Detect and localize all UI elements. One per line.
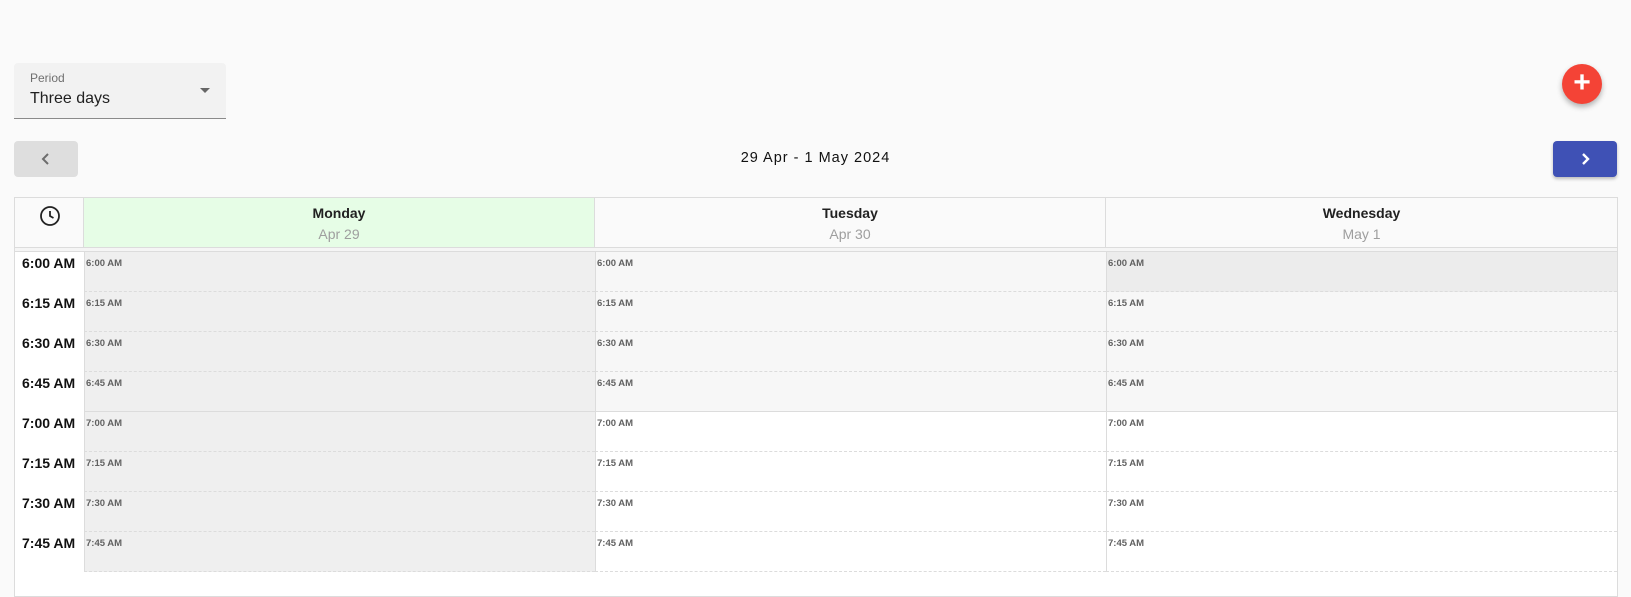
chevron-right-icon — [1582, 153, 1590, 165]
time-slot[interactable]: 7:30 AM — [595, 492, 1106, 532]
next-button[interactable] — [1553, 141, 1617, 177]
time-label: 7:45 AM — [22, 535, 76, 551]
time-slot[interactable]: 7:30 AM — [84, 492, 595, 532]
period-value: Three days — [30, 90, 111, 107]
slot-label: 6:00 AM — [86, 258, 123, 269]
time-label: 6:45 AM — [22, 375, 76, 391]
time-label: 6:30 AM — [22, 335, 76, 351]
time-slot[interactable]: 6:00 AM — [1106, 252, 1617, 292]
slot-label: 6:15 AM — [1108, 298, 1145, 309]
slot-label: 7:15 AM — [597, 458, 634, 469]
slot-label: 7:30 AM — [86, 498, 123, 509]
time-slot[interactable]: 6:45 AM — [84, 372, 595, 412]
slot-label: 7:45 AM — [86, 538, 123, 549]
time-slot[interactable]: 7:45 AM — [595, 532, 1106, 572]
slot-label: 7:00 AM — [597, 418, 634, 429]
time-slot[interactable]: 7:45 AM — [84, 532, 595, 572]
slot-label: 7:30 AM — [597, 498, 634, 509]
day-date: Apr 30 — [829, 226, 871, 242]
slot-label: 7:30 AM — [1108, 498, 1145, 509]
slot-label: 7:45 AM — [597, 538, 634, 549]
day-column-tuesday: 6:00 AM 6:15 AM 6:30 AM 6:45 AM 7:00 AM … — [595, 252, 1106, 572]
time-slot[interactable]: 6:45 AM — [1106, 372, 1617, 412]
calendar-grid: Monday Apr 29 Tuesday Apr 30 Wednesday M… — [14, 197, 1618, 597]
time-slot[interactable]: 7:15 AM — [595, 452, 1106, 492]
slot-label: 6:45 AM — [1108, 378, 1145, 389]
time-slot[interactable]: 7:15 AM — [84, 452, 595, 492]
time-slot[interactable]: 7:45 AM — [1106, 532, 1617, 572]
slot-label: 6:00 AM — [1108, 258, 1145, 269]
day-header-wednesday[interactable]: Wednesday May 1 — [1106, 198, 1617, 248]
time-label: 7:30 AM — [22, 495, 76, 511]
time-slot[interactable]: 6:30 AM — [595, 332, 1106, 372]
slot-label: 7:00 AM — [86, 418, 123, 429]
time-column-header — [15, 198, 84, 248]
day-column-monday: 6:00 AM 6:15 AM 6:30 AM 6:45 AM 7:00 AM … — [84, 252, 595, 572]
time-slot[interactable]: 6:45 AM — [595, 372, 1106, 412]
date-range-title: 29 Apr - 1 May 2024 — [740, 150, 891, 166]
time-slot[interactable]: 7:00 AM — [84, 412, 595, 452]
time-slot[interactable]: 7:00 AM — [595, 412, 1106, 452]
time-slot[interactable]: 7:15 AM — [1106, 452, 1617, 492]
slot-label: 7:15 AM — [86, 458, 123, 469]
time-label: 6:15 AM — [22, 295, 76, 311]
day-name: Wednesday — [1322, 205, 1401, 221]
dropdown-arrow-icon — [200, 88, 210, 93]
slot-label: 6:30 AM — [597, 338, 634, 349]
time-column: 6:00 AM 6:15 AM 6:30 AM 6:45 AM 7:00 AM … — [15, 252, 84, 572]
period-label: Period — [30, 71, 65, 85]
period-select[interactable]: Period Three days — [14, 63, 226, 119]
day-header-tuesday[interactable]: Tuesday Apr 30 — [595, 198, 1106, 248]
day-date: May 1 — [1342, 226, 1381, 242]
time-slot[interactable]: 6:15 AM — [84, 292, 595, 332]
time-slot[interactable]: 6:15 AM — [595, 292, 1106, 332]
day-name: Monday — [312, 205, 366, 221]
day-name: Tuesday — [822, 205, 878, 221]
slot-label: 6:15 AM — [86, 298, 123, 309]
time-slot[interactable]: 6:30 AM — [1106, 332, 1617, 372]
slot-label: 6:45 AM — [86, 378, 123, 389]
time-slot[interactable]: 6:15 AM — [1106, 292, 1617, 332]
slot-label: 7:15 AM — [1108, 458, 1145, 469]
slot-label: 6:30 AM — [86, 338, 123, 349]
day-header-monday[interactable]: Monday Apr 29 — [84, 198, 595, 248]
day-column-wednesday: 6:00 AM 6:15 AM 6:30 AM 6:45 AM 7:00 AM … — [1106, 252, 1617, 572]
time-slot[interactable]: 7:30 AM — [1106, 492, 1617, 532]
time-label: 7:15 AM — [22, 455, 76, 471]
time-slot[interactable]: 6:00 AM — [595, 252, 1106, 292]
slot-label: 6:30 AM — [1108, 338, 1145, 349]
time-label: 6:00 AM — [22, 255, 76, 271]
time-slot[interactable]: 6:00 AM — [84, 252, 595, 292]
add-event-button[interactable]: + — [1562, 64, 1602, 104]
slot-label: 6:00 AM — [597, 258, 634, 269]
time-slot[interactable]: 7:00 AM — [1106, 412, 1617, 452]
slot-label: 7:45 AM — [1108, 538, 1145, 549]
day-date: Apr 29 — [318, 226, 360, 242]
clock-icon — [40, 206, 60, 226]
time-slot[interactable]: 6:30 AM — [84, 332, 595, 372]
plus-icon: + — [1573, 66, 1591, 99]
time-label: 7:00 AM — [22, 415, 76, 431]
slot-label: 6:15 AM — [597, 298, 634, 309]
slot-label: 7:00 AM — [1108, 418, 1145, 429]
slot-label: 6:45 AM — [597, 378, 634, 389]
